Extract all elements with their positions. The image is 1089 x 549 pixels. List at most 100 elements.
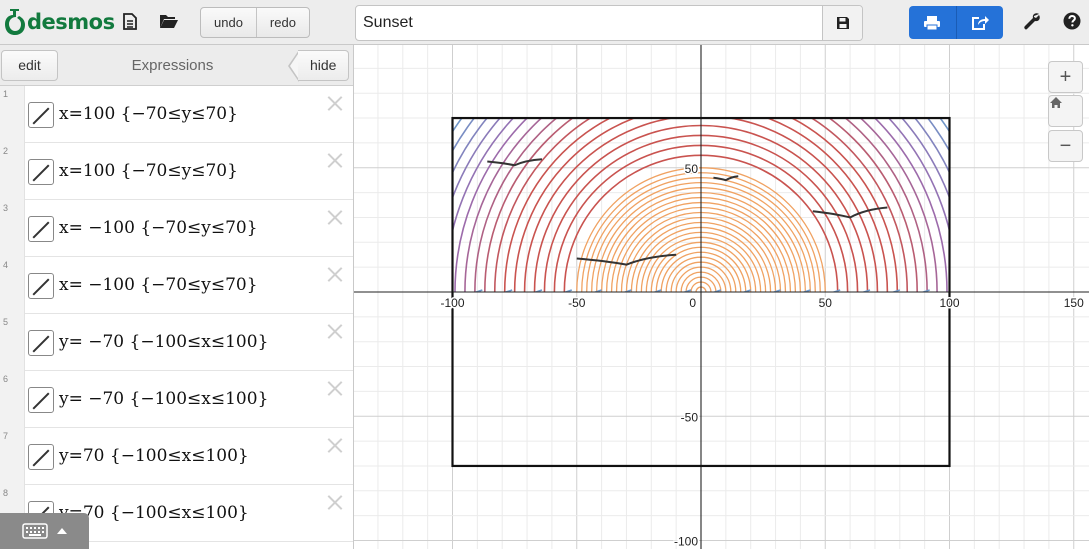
- document-icon: [123, 12, 137, 30]
- desmos-app: desmos undo redo Sunset edit Expressions…: [0, 0, 1089, 549]
- delete-expression-icon[interactable]: [326, 151, 344, 169]
- x-tick-label: -100: [440, 296, 464, 310]
- wave-row: [438, 301, 975, 306]
- delete-expression-icon[interactable]: [326, 265, 344, 283]
- settings-button[interactable]: [1021, 10, 1043, 32]
- expression-input[interactable]: x= −100 {−70≤y≤70}: [59, 218, 258, 238]
- top-bar: desmos undo redo: [0, 0, 1089, 45]
- graph-paper[interactable]: -100 -50 0 50 100 150 50 -50 -100 + −: [354, 45, 1089, 549]
- floppy-disk-icon: [836, 17, 849, 29]
- expression-list: 1 x=100 {−70≤y≤70} 2 x=100 {−70≤y≤70} 3 x= −1…: [0, 86, 353, 542]
- desmos-logo-icon: [5, 9, 25, 35]
- caret-up-icon: [56, 528, 67, 534]
- help-button[interactable]: [1061, 10, 1083, 32]
- wave-row: [398, 426, 999, 438]
- expression-tab[interactable]: 6: [0, 371, 25, 428]
- share-group: [909, 6, 1003, 39]
- share-button[interactable]: [955, 6, 1004, 39]
- line-style-icon[interactable]: [28, 273, 54, 299]
- expression-input[interactable]: y= −70 {−100≤x≤100}: [59, 332, 268, 352]
- line-style-icon[interactable]: [28, 387, 54, 413]
- bird-1: [487, 158, 543, 167]
- expression-panel: edit Expressions hide 1 x=100 {−70≤y≤70} 2…: [0, 45, 354, 549]
- expression-number: 1: [3, 89, 9, 99]
- delete-expression-icon[interactable]: [326, 436, 344, 454]
- share-icon: [971, 15, 989, 30]
- expression-input[interactable]: y=70 {−100≤x≤100}: [59, 446, 249, 466]
- desmos-logo[interactable]: desmos: [4, 6, 115, 38]
- undo-button[interactable]: undo: [201, 8, 256, 37]
- expression-input[interactable]: x=100 {−70≤y≤70}: [59, 161, 238, 181]
- delete-expression-icon[interactable]: [326, 322, 344, 340]
- expression-number: 5: [3, 317, 9, 327]
- folder-icon: [160, 15, 178, 28]
- undo-redo-group: undo redo: [200, 7, 310, 38]
- x-tick-label: -50: [568, 296, 586, 310]
- wave-row: [405, 381, 972, 391]
- expression-row[interactable]: 5 y= −70 {−100≤x≤100}: [0, 314, 353, 371]
- expression-number: 7: [3, 431, 9, 441]
- expression-tab[interactable]: 1: [0, 86, 25, 143]
- expression-input[interactable]: x= −100 {−70≤y≤70}: [59, 275, 258, 295]
- home-icon: [1050, 97, 1062, 108]
- x-tick-label: 50: [819, 296, 833, 310]
- line-style-icon[interactable]: [28, 102, 54, 128]
- expression-number: 2: [3, 146, 9, 156]
- wrench-icon: [1024, 13, 1040, 30]
- zoom-in-button[interactable]: +: [1048, 61, 1083, 93]
- graph-title-box: [355, 5, 863, 41]
- y-tick-label: -100: [674, 535, 698, 549]
- wave-row: [413, 344, 970, 352]
- expression-row[interactable]: 1 x=100 {−70≤y≤70}: [0, 86, 353, 143]
- graph-canvas[interactable]: -100 -50 0 50 100 150 50 -50 -100: [354, 45, 1089, 549]
- expression-row[interactable]: 4 x= −100 {−70≤y≤70}: [0, 257, 353, 314]
- expression-tab[interactable]: 2: [0, 143, 25, 200]
- line-style-icon[interactable]: [28, 159, 54, 185]
- brand-name: desmos: [27, 10, 115, 34]
- printer-icon: [924, 15, 941, 30]
- x-tick-label: 150: [1064, 296, 1084, 310]
- x-tick-label: 100: [939, 296, 959, 310]
- keyboard-toggle-button[interactable]: [0, 513, 89, 549]
- delete-expression-icon[interactable]: [326, 493, 344, 511]
- delete-expression-icon[interactable]: [326, 94, 344, 112]
- y-tick-label: -50: [681, 410, 699, 424]
- hide-button[interactable]: hide: [298, 50, 349, 81]
- x-tick-label: 0: [689, 296, 696, 310]
- expression-row[interactable]: 7 y=70 {−100≤x≤100}: [0, 428, 353, 485]
- new-file-button[interactable]: [119, 10, 141, 32]
- sky-arc: [354, 45, 1086, 292]
- keyboard-icon: [21, 523, 48, 539]
- question-icon: [1063, 12, 1081, 30]
- zoom-out-button[interactable]: −: [1048, 130, 1083, 162]
- sky-arc: [354, 45, 1089, 292]
- reset-zoom-button[interactable]: [1048, 95, 1083, 127]
- expression-row[interactable]: 2 x=100 {−70≤y≤70}: [0, 143, 353, 200]
- line-style-icon[interactable]: [28, 216, 54, 242]
- delete-expression-icon[interactable]: [326, 208, 344, 226]
- expression-tab[interactable]: 4: [0, 257, 25, 314]
- expression-row[interactable]: 3 x= −100 {−70≤y≤70}: [0, 200, 353, 257]
- expression-number: 3: [3, 203, 9, 213]
- expression-input[interactable]: y= −70 {−100≤x≤100}: [59, 389, 268, 409]
- wave-row: [431, 361, 980, 370]
- sunset-arcs: [354, 45, 1089, 462]
- expression-tab[interactable]: 5: [0, 314, 25, 371]
- save-button[interactable]: [822, 6, 862, 40]
- wave-row: [424, 449, 996, 462]
- line-style-icon[interactable]: [28, 444, 54, 470]
- expression-number: 8: [3, 488, 9, 498]
- expression-row[interactable]: 6 y= −70 {−100≤x≤100}: [0, 371, 353, 428]
- graph-title-input[interactable]: [356, 6, 822, 40]
- wave-row: [434, 328, 956, 335]
- line-style-icon[interactable]: [28, 330, 54, 356]
- redo-button[interactable]: redo: [255, 8, 309, 37]
- open-graph-button[interactable]: [158, 10, 180, 32]
- expression-input[interactable]: x=100 {−70≤y≤70}: [59, 104, 238, 124]
- expression-tab[interactable]: 7: [0, 428, 25, 485]
- print-button[interactable]: [909, 6, 956, 39]
- expression-number: 4: [3, 260, 9, 270]
- expression-tab[interactable]: 3: [0, 200, 25, 257]
- delete-expression-icon[interactable]: [326, 379, 344, 397]
- expression-panel-header: edit Expressions hide: [0, 45, 353, 86]
